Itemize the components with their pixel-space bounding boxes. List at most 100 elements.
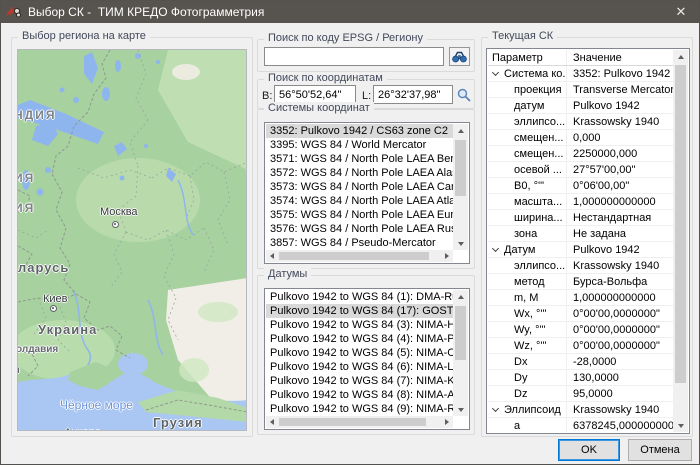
table-row[interactable]: Wx, °'"0°00'00,0000000" (488, 306, 673, 322)
current-cs-table[interactable]: Параметр Значение Система ко...3352: Pul… (486, 48, 690, 434)
table-row[interactable]: B0, °'"0°06'00,00" (488, 178, 673, 194)
datums-horizontal-scrollbar[interactable] (266, 416, 453, 428)
scroll-thumb[interactable] (675, 65, 686, 383)
scroll-down-icon[interactable] (453, 237, 468, 250)
cs-table-body: Система ко...3352: Pulkovo 1942 / CS63 .… (488, 66, 673, 432)
scroll-thumb[interactable] (455, 306, 466, 360)
epsg-search-group: Поиск по коду EPSG / Региону (257, 39, 475, 72)
table-row[interactable]: Wy, °'"0°00'00,0000000" (488, 322, 673, 338)
list-item[interactable]: 3575: WGS 84 / North Pole LAEA Europe (266, 208, 453, 222)
table-vertical-scrollbar[interactable] (673, 50, 688, 432)
table-row[interactable]: Система ко...3352: Pulkovo 1942 / CS63 .… (488, 66, 673, 82)
scroll-right-icon[interactable] (441, 416, 453, 428)
datums-group: Датумы Pulkovo 1942 to WGS 84 (1): DMA-R… (257, 275, 475, 435)
map-group: Выбор региона на карте (11, 37, 253, 437)
scroll-thumb[interactable] (279, 418, 426, 426)
table-row[interactable]: Dy130,0000 (488, 370, 673, 386)
magnifier-icon (457, 88, 471, 102)
datums-label: Датумы (264, 268, 311, 280)
table-row[interactable]: m, M1,000000000000 (488, 290, 673, 306)
scroll-right-icon[interactable] (441, 250, 453, 262)
scroll-left-icon[interactable] (266, 416, 278, 428)
scroll-down-icon[interactable] (673, 419, 688, 432)
ok-button[interactable]: OK (558, 439, 620, 461)
titlebar[interactable]: Выбор СК - ТИМ КРЕДО Фотограмметрия ✕ (1, 1, 699, 23)
table-row[interactable]: датумPulkovo 1942 (488, 98, 673, 114)
table-row[interactable]: смещен...2250000,000 (488, 146, 673, 162)
list-item[interactable]: Pulkovo 1942 to WGS 84 (9): NIMA-Rom (266, 402, 453, 416)
coordinate-systems-group: Системы координат 3352: Pulkovo 1942 / C… (257, 109, 475, 269)
binoculars-icon (452, 51, 467, 63)
longitude-input[interactable] (373, 85, 453, 104)
scroll-thumb[interactable] (279, 252, 429, 260)
datums-listbox[interactable]: Pulkovo 1942 to WGS 84 (1): DMA-RusPulko… (264, 288, 470, 430)
table-row[interactable]: масшта...1,000000000000 (488, 194, 673, 210)
expander-chevron-icon[interactable] (492, 405, 499, 412)
epsg-search-label: Поиск по коду EPSG / Региону (264, 32, 427, 44)
cancel-button[interactable]: Отмена (628, 439, 692, 461)
table-row[interactable]: ДатумPulkovo 1942 (488, 242, 673, 258)
expander-chevron-icon[interactable] (492, 245, 499, 252)
table-row[interactable]: Wz, °'"0°00'00,0000000" (488, 338, 673, 354)
list-item[interactable]: Pulkovo 1942 to WGS 84 (1): DMA-Rus (266, 290, 453, 304)
current-cs-group: Текущая СК Параметр Значение Система ко.… (481, 37, 693, 437)
scroll-up-icon[interactable] (673, 50, 688, 63)
table-row[interactable]: a6378245,000000000000 (488, 418, 673, 432)
datums-vertical-scrollbar[interactable] (453, 290, 468, 416)
scroll-thumb[interactable] (455, 140, 466, 196)
list-item[interactable]: 3571: WGS 84 / North Pole LAEA Bering Se… (266, 152, 453, 166)
list-item[interactable]: Pulkovo 1942 to WGS 84 (3): NIMA-Hun (266, 318, 453, 332)
map-image (18, 50, 247, 431)
table-row[interactable]: осевой ...27°57'00,00" (488, 162, 673, 178)
binoculars-search-button[interactable] (449, 47, 470, 66)
cs-horizontal-scrollbar[interactable] (266, 250, 453, 262)
scroll-left-icon[interactable] (266, 250, 278, 262)
list-item[interactable]: Pulkovo 1942 to WGS 84 (17): GOST-Rus (266, 304, 453, 318)
coordinate-systems-listbox[interactable]: 3352: Pulkovo 1942 / CS63 zone C23395: W… (264, 122, 470, 264)
table-row[interactable]: Dx-28,0000 (488, 354, 673, 370)
coordinate-search-button[interactable] (455, 86, 473, 104)
latitude-label: B: (262, 90, 272, 102)
list-item[interactable]: Pulkovo 1942 to WGS 84 (8): NIMA-Alb (266, 388, 453, 402)
list-item[interactable]: 3352: Pulkovo 1942 / CS63 zone C2 (266, 124, 453, 138)
list-item[interactable]: Pulkovo 1942 to WGS 84 (5): NIMA-Cze (266, 346, 453, 360)
app-logo-icon (6, 4, 22, 20)
list-item[interactable]: 3395: WGS 84 / World Mercator (266, 138, 453, 152)
list-item[interactable]: 3574: WGS 84 / North Pole LAEA Atlantic (266, 194, 453, 208)
column-value[interactable]: Значение (566, 50, 673, 65)
cs-list-items: 3352: Pulkovo 1942 / CS63 zone C23395: W… (266, 124, 453, 250)
longitude-label: L: (362, 90, 371, 102)
scroll-up-icon[interactable] (453, 124, 468, 137)
window-title: Выбор СК - ТИМ КРЕДО Фотограмметрия (28, 5, 264, 19)
cs-vertical-scrollbar[interactable] (453, 124, 468, 250)
map-canvas[interactable]: НДИЯИЯИЯМоскваларусьКиевУкраинаолдавияяЧ… (17, 49, 247, 431)
table-row[interactable]: проекцияTransverse Mercator (488, 82, 673, 98)
table-row[interactable]: Dz95,0000 (488, 386, 673, 402)
scroll-down-icon[interactable] (453, 403, 468, 416)
expander-chevron-icon[interactable] (492, 69, 499, 76)
table-row[interactable]: ЭллипсоидKrassowsky 1940 (488, 402, 673, 418)
list-item[interactable]: 3576: WGS 84 / North Pole LAEA Russia (266, 222, 453, 236)
coord-search-label: Поиск по координатам (264, 72, 387, 84)
table-row[interactable]: смещен...0,000 (488, 130, 673, 146)
list-item[interactable]: 3857: WGS 84 / Pseudo-Mercator (266, 236, 453, 250)
list-item[interactable]: Pulkovo 1942 to WGS 84 (6): NIMA-Lva (266, 360, 453, 374)
table-row[interactable]: эллипсо...Krassowsky 1940 (488, 258, 673, 274)
table-row[interactable]: зонаНе задана (488, 226, 673, 242)
current-cs-label: Текущая СК (488, 30, 557, 42)
list-item[interactable]: Pulkovo 1942 to WGS 84 (4): NIMA-Pol (266, 332, 453, 346)
column-parameter[interactable]: Параметр (488, 50, 566, 65)
table-row[interactable]: ширина...Нестандартная (488, 210, 673, 226)
table-row[interactable]: методБурса-Вольфа (488, 274, 673, 290)
datum-list-items: Pulkovo 1942 to WGS 84 (1): DMA-RusPulko… (266, 290, 453, 416)
coordinate-systems-label: Системы координат (264, 102, 374, 114)
list-item[interactable]: 3572: WGS 84 / North Pole LAEA Alaska (266, 166, 453, 180)
close-icon[interactable]: ✕ (663, 1, 699, 23)
table-row[interactable]: эллипсо...Krassowsky 1940 (488, 114, 673, 130)
list-item[interactable]: 3573: WGS 84 / North Pole LAEA Canada (266, 180, 453, 194)
list-item[interactable]: Pulkovo 1942 to WGS 84 (7): NIMA-Kaz (266, 374, 453, 388)
coordinate-system-dialog: Выбор СК - ТИМ КРЕДО Фотограмметрия ✕ Вы… (0, 0, 700, 465)
map-group-label: Выбор региона на карте (18, 30, 150, 42)
scroll-up-icon[interactable] (453, 290, 468, 303)
epsg-search-input[interactable] (264, 47, 444, 66)
